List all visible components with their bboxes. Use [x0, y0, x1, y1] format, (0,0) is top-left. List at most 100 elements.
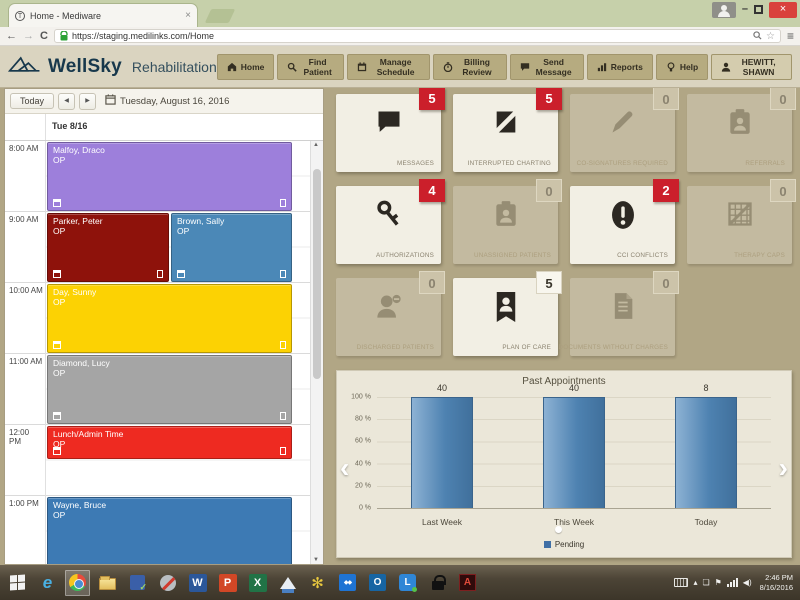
appointment-parker-peter[interactable]: Parker, Peter OP: [47, 213, 169, 282]
calendar-icon[interactable]: [105, 92, 116, 110]
start-button[interactable]: [5, 570, 30, 596]
tile-interrupted-charting[interactable]: 5 INTERRUPTED CHARTING: [453, 88, 562, 172]
count-badge: 0: [653, 88, 679, 110]
lync-icon[interactable]: L: [395, 570, 420, 596]
tile-co-signatures-required[interactable]: 0 CO-SIGNATURES REQUIRED: [570, 88, 679, 172]
search-icon[interactable]: [753, 30, 762, 42]
time-label: 8:00 AM: [9, 144, 39, 153]
carousel-dot-indicator[interactable]: [554, 526, 562, 533]
browser-tab[interactable]: T Home - Mediware ×: [8, 3, 198, 27]
search-icon: [288, 62, 298, 72]
nav-send-message[interactable]: Send Message: [509, 53, 584, 80]
browser-menu-icon[interactable]: ≡: [787, 29, 794, 43]
x-axis-label: Today: [694, 517, 718, 527]
tile-cci-conflicts[interactable]: 2 CCI CONFLICTS: [570, 179, 679, 264]
outlook-icon[interactable]: O: [365, 570, 390, 596]
appointment-status-icon: [280, 270, 286, 278]
calendar-scrollbar[interactable]: ▲ ▼: [310, 141, 323, 564]
count-badge: 5: [419, 88, 445, 110]
show-hidden-icons[interactable]: ▴: [693, 578, 697, 588]
flower-app-icon[interactable]: ✻: [305, 570, 330, 596]
person-bookmark-icon: [453, 292, 558, 322]
x-axis-label: This Week: [554, 517, 594, 527]
acrobat-icon[interactable]: A: [455, 570, 480, 596]
carousel-next-icon[interactable]: ›: [779, 453, 788, 481]
browser-profile-avatar[interactable]: [711, 2, 736, 18]
appointment-brown-sally[interactable]: Brown, Sally OP: [171, 213, 292, 282]
scroll-down-icon[interactable]: ▼: [313, 557, 319, 563]
tile-authorizations[interactable]: 4 AUTHORIZATIONS: [336, 179, 445, 264]
nav-help[interactable]: Help: [655, 53, 709, 80]
bar-last-week[interactable]: 40: [411, 383, 473, 508]
appointment-diamond-lucy[interactable]: Diamond, Lucy OP: [47, 355, 292, 424]
appointment-lunch-admin[interactable]: Lunch/Admin Time OP: [47, 426, 292, 459]
back-button[interactable]: ←: [6, 30, 17, 42]
appointment-malfoy-draco[interactable]: Malfoy, Draco OP: [47, 142, 292, 211]
nav-manage-schedule[interactable]: Manage Schedule: [346, 53, 431, 80]
document-icon: [570, 292, 675, 320]
minimize-button[interactable]: –: [742, 2, 748, 16]
count-badge: 0: [770, 88, 796, 110]
dropbox-icon[interactable]: ◆◆: [335, 570, 360, 596]
flag-icon[interactable]: ⚑: [715, 578, 722, 588]
file-explorer-icon[interactable]: [95, 570, 120, 596]
chart-plot-area: 100 % 80 % 60 % 40 % 20 % 0 % 40 40 8: [351, 383, 771, 512]
blocked-app-icon[interactable]: [155, 570, 180, 596]
user-menu-button[interactable]: HEWITT, SHAWN: [711, 53, 793, 80]
tile-unassigned-patients[interactable]: 0 UNASSIGNED PATIENTS: [453, 179, 562, 264]
bookmark-star-icon[interactable]: ☆: [766, 31, 775, 42]
internet-explorer-icon[interactable]: e: [35, 570, 60, 596]
schedule-grid[interactable]: 8:00 AM 9:00 AM 10:00 AM 11:00 AM 12:00 …: [5, 141, 323, 564]
person-remove-icon: [336, 292, 441, 320]
padlock-icon[interactable]: [425, 570, 450, 596]
software-center-icon[interactable]: [125, 570, 150, 596]
excel-icon[interactable]: X: [245, 570, 270, 596]
volume-icon[interactable]: ◀): [743, 578, 752, 588]
nav-find-patient[interactable]: Find Patient: [277, 53, 344, 80]
chat-bubble-icon: [336, 108, 441, 136]
tile-plan-of-care[interactable]: 5 PLAN OF CARE: [453, 271, 562, 356]
appointment-day-sunny[interactable]: Day, Sunny OP: [47, 284, 292, 353]
alert-tiles: 5 MESSAGES 5 INTERRUPTED CHARTING 0 CO-S…: [336, 88, 796, 356]
keyboard-icon[interactable]: [674, 578, 689, 587]
reload-button[interactable]: C: [40, 30, 48, 42]
bar-this-week[interactable]: 40: [543, 383, 605, 508]
carousel-prev-icon[interactable]: ‹: [340, 453, 349, 481]
nav-billing-review[interactable]: Billing Review: [433, 53, 507, 80]
maximize-button[interactable]: [754, 5, 763, 14]
tile-discharged-patients[interactable]: 0 DISCHARGED PATIENTS: [336, 271, 445, 356]
today-button[interactable]: Today: [10, 93, 55, 109]
tile-therapy-caps[interactable]: 0 THERAPY CAPS: [687, 179, 796, 264]
current-date-label[interactable]: Tuesday, August 16, 2016: [120, 96, 229, 107]
appointment-calendar-icon: [177, 270, 185, 278]
chrome-icon[interactable]: [65, 569, 90, 596]
close-button[interactable]: ×: [769, 2, 797, 18]
bar-value-label: 40: [568, 383, 579, 393]
taskbar-clock[interactable]: 2:46 PM 8/16/2016: [760, 573, 793, 592]
nav-reports[interactable]: Reports: [586, 53, 653, 80]
address-bar[interactable]: https://staging.medilinks.com/Home ☆: [53, 29, 781, 43]
appointment-status-icon: [280, 412, 286, 420]
tab-close-icon[interactable]: ×: [185, 10, 191, 21]
bar-today[interactable]: 8: [675, 383, 737, 508]
next-day-button[interactable]: ▶: [79, 92, 97, 110]
network-icon[interactable]: [726, 578, 738, 587]
scrollbar-thumb[interactable]: [313, 169, 321, 379]
tile-messages[interactable]: 5 MESSAGES: [336, 88, 445, 172]
action-center-icon[interactable]: ❏: [702, 578, 709, 588]
bar-chart-icon: [597, 62, 606, 71]
schedule-panel: Today ◀ ▶ Tuesday, August 16, 2016 Tue 8…: [4, 88, 324, 565]
scroll-up-icon[interactable]: ▲: [313, 142, 319, 148]
tile-referrals[interactable]: 0 REFERRALS: [687, 88, 796, 172]
appointment-status-icon: [157, 270, 163, 278]
appointment-wayne-bruce[interactable]: Wayne, Bruce OP: [47, 497, 292, 564]
tile-documents-without-charges[interactable]: 0 DOCUMENTS WITHOUT CHARGES: [559, 271, 679, 356]
home-shield-icon[interactable]: [275, 570, 300, 596]
calendar-icon: [357, 61, 366, 71]
prev-day-button[interactable]: ◀: [58, 92, 76, 110]
nav-home[interactable]: Home: [216, 53, 275, 80]
new-tab-button[interactable]: [204, 9, 236, 23]
powerpoint-icon[interactable]: P: [215, 570, 240, 596]
forward-button[interactable]: →: [23, 30, 34, 42]
word-icon[interactable]: W: [185, 570, 210, 596]
